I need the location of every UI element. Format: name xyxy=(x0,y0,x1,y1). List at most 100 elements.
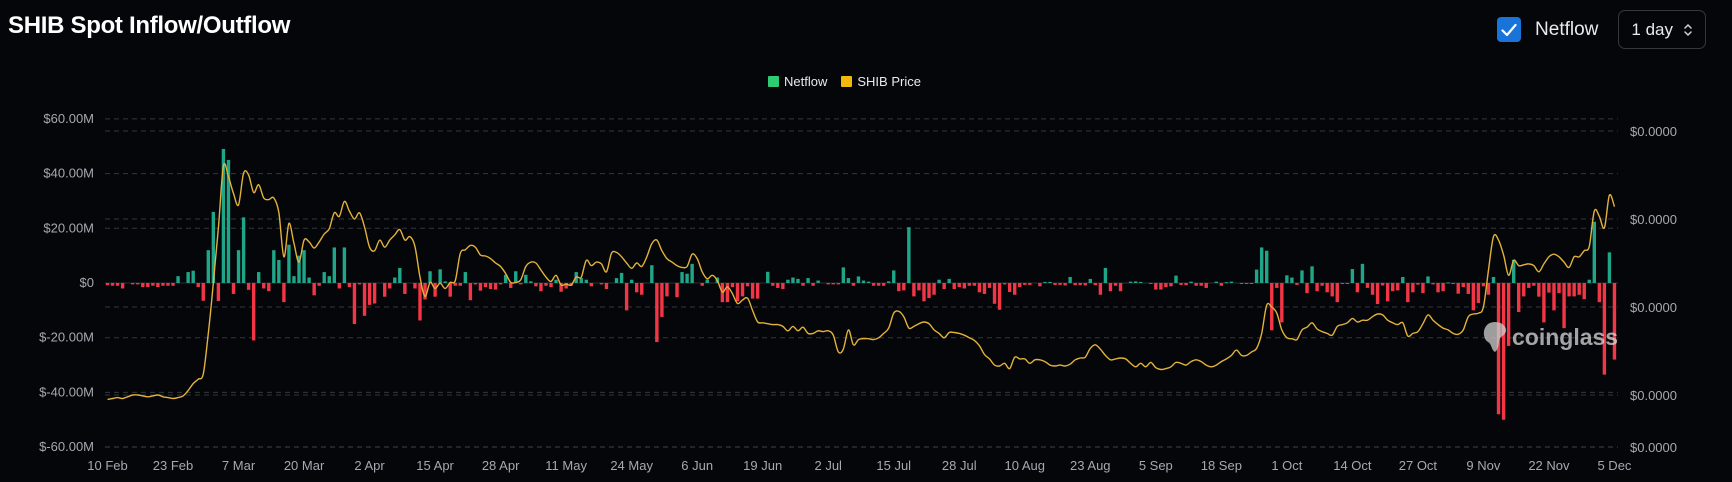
netflow-bar-outflow[interactable] xyxy=(776,283,780,288)
netflow-bar-outflow[interactable] xyxy=(1335,283,1339,303)
netflow-bar-inflow[interactable] xyxy=(186,272,190,283)
netflow-bar-inflow[interactable] xyxy=(705,279,709,283)
netflow-bar-inflow[interactable] xyxy=(428,271,432,283)
netflow-bar-outflow[interactable] xyxy=(1522,283,1526,297)
netflow-bar-inflow[interactable] xyxy=(887,281,891,283)
netflow-bar-inflow[interactable] xyxy=(1224,282,1229,284)
netflow-bar-outflow[interactable] xyxy=(801,283,805,286)
netflow-bar-outflow[interactable] xyxy=(1058,283,1062,285)
netflow-bar-inflow[interactable] xyxy=(393,277,397,283)
netflow-bar-outflow[interactable] xyxy=(957,283,961,288)
netflow-bar-outflow[interactable] xyxy=(1517,283,1521,312)
netflow-bar-outflow[interactable] xyxy=(1023,283,1027,285)
netflow-bar-inflow[interactable] xyxy=(257,272,261,283)
netflow-bar-outflow[interactable] xyxy=(977,283,982,293)
netflow-bar-outflow[interactable] xyxy=(1461,283,1465,288)
netflow-bar-outflow[interactable] xyxy=(1159,283,1163,290)
netflow-bar-outflow[interactable] xyxy=(1078,283,1082,286)
netflow-bar-outflow[interactable] xyxy=(1053,283,1057,285)
netflow-bar-inflow[interactable] xyxy=(327,276,331,283)
netflow-bar-outflow[interactable] xyxy=(388,283,392,289)
netflow-bar-inflow[interactable] xyxy=(584,279,588,283)
netflow-bar-outflow[interactable] xyxy=(1204,283,1208,288)
netflow-bar-outflow[interactable] xyxy=(836,283,840,285)
netflow-bar-outflow[interactable] xyxy=(831,283,835,285)
netflow-bar-inflow[interactable] xyxy=(529,281,533,283)
netflow-bar-inflow[interactable] xyxy=(438,269,442,283)
netflow-bar-outflow[interactable] xyxy=(1416,283,1420,285)
netflow-bar-outflow[interactable] xyxy=(1320,283,1324,286)
netflow-bar-inflow[interactable] xyxy=(690,263,694,283)
netflow-bar-outflow[interactable] xyxy=(1108,283,1113,292)
netflow-bar-outflow[interactable] xyxy=(1476,283,1481,303)
netflow-bar-inflow[interactable] xyxy=(191,270,195,283)
netflow-bar-outflow[interactable] xyxy=(1239,283,1244,284)
netflow-bar-inflow[interactable] xyxy=(766,271,770,283)
netflow-bar-inflow[interactable] xyxy=(1401,276,1405,283)
netflow-bar-inflow[interactable] xyxy=(1229,281,1234,283)
netflow-bar-inflow[interactable] xyxy=(1189,281,1193,283)
netflow-bar-inflow[interactable] xyxy=(277,260,281,283)
netflow-bar-outflow[interactable] xyxy=(750,283,755,299)
netflow-bar-outflow[interactable] xyxy=(549,283,553,288)
netflow-bar-inflow[interactable] xyxy=(841,267,846,283)
netflow-bar-outflow[interactable] xyxy=(902,283,906,291)
netflow-bar-inflow[interactable] xyxy=(1254,269,1259,283)
netflow-bar-inflow[interactable] xyxy=(1088,278,1092,283)
netflow-bar-outflow[interactable] xyxy=(156,283,160,288)
netflow-bar-outflow[interactable] xyxy=(1280,283,1284,323)
netflow-bar-outflow[interactable] xyxy=(1028,283,1032,285)
netflow-bar-outflow[interactable] xyxy=(781,283,785,290)
netflow-bar-inflow[interactable] xyxy=(619,272,624,283)
netflow-bar-outflow[interactable] xyxy=(1013,283,1017,295)
netflow-bar-inflow[interactable] xyxy=(272,250,276,283)
netflow-bar-outflow[interactable] xyxy=(483,283,488,288)
netflow-bar-inflow[interactable] xyxy=(206,250,210,283)
netflow-bar-outflow[interactable] xyxy=(1113,283,1118,286)
netflow-bar-outflow[interactable] xyxy=(267,283,271,292)
netflow-bar-inflow[interactable] xyxy=(1446,282,1450,284)
netflow-bar-outflow[interactable] xyxy=(811,283,815,286)
netflow-bar-outflow[interactable] xyxy=(745,283,750,287)
netflow-bar-outflow[interactable] xyxy=(897,283,901,292)
netflow-bar-outflow[interactable] xyxy=(1038,283,1042,287)
netflow-bar-inflow[interactable] xyxy=(524,274,528,283)
netflow-bar-outflow[interactable] xyxy=(131,283,135,285)
netflow-bar-inflow[interactable] xyxy=(1174,275,1178,283)
netflow-bar-outflow[interactable] xyxy=(1375,283,1380,305)
netflow-bar-inflow[interactable] xyxy=(1265,250,1269,283)
netflow-bar-outflow[interactable] xyxy=(1451,283,1455,285)
netflow-bar-outflow[interactable] xyxy=(473,283,478,285)
netflow-bar-outflow[interactable] xyxy=(881,283,886,286)
netflow-bar-outflow[interactable] xyxy=(675,283,679,298)
netflow-bar-outflow[interactable] xyxy=(1164,283,1168,288)
netflow-bar-inflow[interactable] xyxy=(307,277,311,283)
netflow-bar-outflow[interactable] xyxy=(1002,283,1007,285)
netflow-bar-outflow[interactable] xyxy=(1295,283,1299,285)
netflow-bar-outflow[interactable] xyxy=(635,283,639,293)
netflow-bar-outflow[interactable] xyxy=(1154,283,1158,290)
netflow-bar-outflow[interactable] xyxy=(246,283,251,290)
netflow-bar-outflow[interactable] xyxy=(851,283,856,286)
netflow-bar-outflow[interactable] xyxy=(544,283,548,286)
netflow-bar-outflow[interactable] xyxy=(478,283,483,291)
netflow-bar-outflow[interactable] xyxy=(700,283,704,286)
netflow-bar-outflow[interactable] xyxy=(826,283,830,285)
netflow-bar-outflow[interactable] xyxy=(357,283,362,285)
netflow-bar-inflow[interactable] xyxy=(236,250,241,283)
netflow-bar-outflow[interactable] xyxy=(967,283,972,286)
netflow-bar-inflow[interactable] xyxy=(907,227,911,283)
netflow-bar-inflow[interactable] xyxy=(287,244,291,283)
netflow-bar-outflow[interactable] xyxy=(1396,283,1400,291)
netflow-bar-outflow[interactable] xyxy=(665,283,669,297)
netflow-bar-outflow[interactable] xyxy=(1083,283,1087,286)
netflow-bar-inflow[interactable] xyxy=(816,280,820,283)
netflow-bar-outflow[interactable] xyxy=(1385,283,1390,302)
netflow-bar-outflow[interactable] xyxy=(383,283,387,297)
netflow-bar-inflow[interactable] xyxy=(1360,263,1365,283)
netflow-bar-inflow[interactable] xyxy=(1128,281,1133,283)
netflow-bar-outflow[interactable] xyxy=(740,283,745,297)
netflow-bar-inflow[interactable] xyxy=(1290,277,1294,283)
netflow-bar-outflow[interactable] xyxy=(1149,283,1153,284)
netflow-bar-outflow[interactable] xyxy=(312,283,316,296)
